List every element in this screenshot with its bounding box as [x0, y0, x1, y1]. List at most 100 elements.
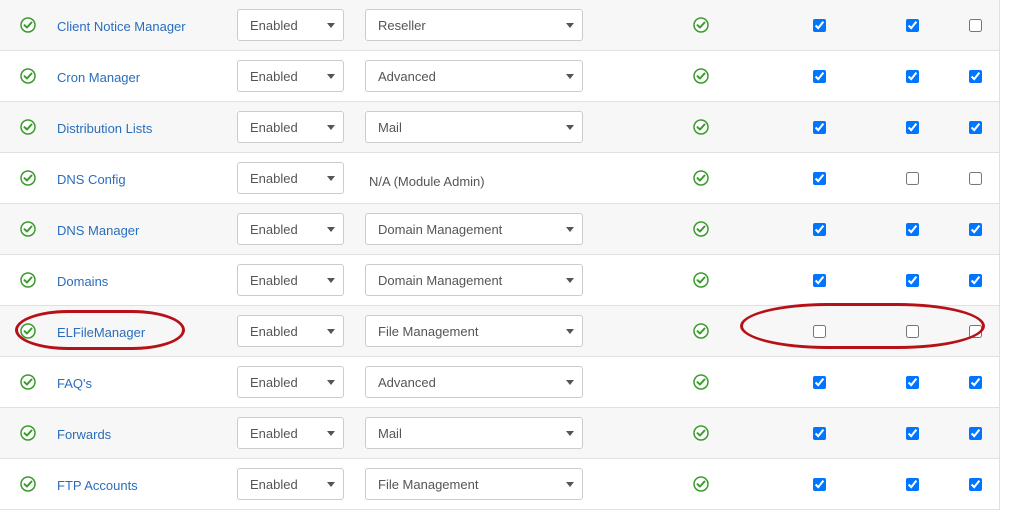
chevron-down-icon: [566, 329, 574, 334]
chevron-down-icon: [566, 380, 574, 385]
module-link[interactable]: Forwards: [57, 427, 111, 442]
permission-checkbox-2[interactable]: [906, 478, 919, 491]
permission-checkbox-1[interactable]: [813, 223, 826, 236]
category-select-value: Domain Management: [378, 273, 502, 288]
category-select-value: Domain Management: [378, 222, 502, 237]
status-select-value: Enabled: [250, 69, 298, 84]
ok-icon: [20, 119, 36, 135]
category-select[interactable]: Reseller: [365, 9, 583, 41]
chevron-down-icon: [566, 23, 574, 28]
module-link[interactable]: ELFileManager: [57, 325, 145, 340]
table-row: Distribution Lists Enabled Mail: [0, 102, 999, 153]
module-link[interactable]: Distribution Lists: [57, 121, 152, 136]
category-select-value: File Management: [378, 324, 478, 339]
permission-checkbox-3[interactable]: [969, 70, 982, 83]
status-select[interactable]: Enabled: [237, 60, 344, 92]
permission-checkbox-2[interactable]: [906, 172, 919, 185]
table-row: FTP Accounts Enabled File Management: [0, 459, 999, 510]
status-select-value: Enabled: [250, 18, 298, 33]
permission-checkbox-3[interactable]: [969, 427, 982, 440]
permission-checkbox-3[interactable]: [969, 478, 982, 491]
chevron-down-icon: [566, 125, 574, 130]
table-row: ELFileManager Enabled File Management: [0, 306, 999, 357]
permission-checkbox-2[interactable]: [906, 427, 919, 440]
chevron-down-icon: [327, 482, 335, 487]
category-select[interactable]: Advanced: [365, 60, 583, 92]
status-select[interactable]: Enabled: [237, 468, 344, 500]
permission-checkbox-1[interactable]: [813, 172, 826, 185]
category-select[interactable]: File Management: [365, 315, 583, 347]
permission-checkbox-3[interactable]: [969, 274, 982, 287]
status-select[interactable]: Enabled: [237, 9, 344, 41]
ok-icon: [20, 221, 36, 237]
category-select-value: Mail: [378, 426, 402, 441]
permission-checkbox-3[interactable]: [969, 376, 982, 389]
status-select-value: Enabled: [250, 222, 298, 237]
category-select[interactable]: File Management: [365, 468, 583, 500]
ok-icon: [20, 17, 36, 33]
module-link[interactable]: FTP Accounts: [57, 478, 138, 493]
status-select[interactable]: Enabled: [237, 366, 344, 398]
permission-checkbox-1[interactable]: [813, 121, 826, 134]
permission-checkbox-2[interactable]: [906, 70, 919, 83]
permission-checkbox-2[interactable]: [906, 223, 919, 236]
category-select[interactable]: Domain Management: [365, 264, 583, 296]
module-link[interactable]: Client Notice Manager: [57, 19, 186, 34]
status-select[interactable]: Enabled: [237, 417, 344, 449]
status-select[interactable]: Enabled: [237, 111, 344, 143]
permission-checkbox-1[interactable]: [813, 19, 826, 32]
permission-checkbox-3[interactable]: [969, 223, 982, 236]
chevron-down-icon: [327, 23, 335, 28]
module-link[interactable]: FAQ's: [57, 376, 92, 391]
permission-checkbox-2[interactable]: [906, 325, 919, 338]
permission-checkbox-3[interactable]: [969, 121, 982, 134]
module-link[interactable]: Cron Manager: [57, 70, 140, 85]
permission-checkbox-3[interactable]: [969, 325, 982, 338]
status-select[interactable]: Enabled: [237, 213, 344, 245]
chevron-down-icon: [566, 227, 574, 232]
chevron-down-icon: [327, 176, 335, 181]
ok-icon: [693, 374, 709, 390]
category-select[interactable]: Advanced: [365, 366, 583, 398]
category-select-value: File Management: [378, 477, 478, 492]
status-select-value: Enabled: [250, 120, 298, 135]
module-link[interactable]: DNS Config: [57, 172, 126, 187]
permission-checkbox-2[interactable]: [906, 19, 919, 32]
permission-checkbox-1[interactable]: [813, 274, 826, 287]
ok-icon: [20, 425, 36, 441]
permission-checkbox-1[interactable]: [813, 325, 826, 338]
ok-icon: [693, 272, 709, 288]
chevron-down-icon: [327, 329, 335, 334]
chevron-down-icon: [327, 125, 335, 130]
permission-checkbox-1[interactable]: [813, 70, 826, 83]
status-select[interactable]: Enabled: [237, 162, 344, 194]
table-row: Domains Enabled Domain Management: [0, 255, 999, 306]
permission-checkbox-2[interactable]: [906, 121, 919, 134]
chevron-down-icon: [327, 74, 335, 79]
permission-checkbox-1[interactable]: [813, 376, 826, 389]
ok-icon: [693, 68, 709, 84]
permission-checkbox-2[interactable]: [906, 376, 919, 389]
module-link[interactable]: DNS Manager: [57, 223, 139, 238]
status-select[interactable]: Enabled: [237, 315, 344, 347]
status-select[interactable]: Enabled: [237, 264, 344, 296]
chevron-down-icon: [566, 431, 574, 436]
ok-icon: [20, 476, 36, 492]
module-link[interactable]: Domains: [57, 274, 108, 289]
permission-checkbox-3[interactable]: [969, 19, 982, 32]
category-select[interactable]: Mail: [365, 417, 583, 449]
permission-checkbox-2[interactable]: [906, 274, 919, 287]
category-select-value: Advanced: [378, 375, 436, 390]
category-select[interactable]: Mail: [365, 111, 583, 143]
ok-icon: [20, 68, 36, 84]
category-select-value: Advanced: [378, 69, 436, 84]
permission-checkbox-1[interactable]: [813, 478, 826, 491]
ok-icon: [20, 272, 36, 288]
ok-icon: [693, 476, 709, 492]
table-row: FAQ's Enabled Advanced: [0, 357, 999, 408]
category-select[interactable]: Domain Management: [365, 213, 583, 245]
chevron-down-icon: [566, 482, 574, 487]
permission-checkbox-1[interactable]: [813, 427, 826, 440]
permission-checkbox-3[interactable]: [969, 172, 982, 185]
status-select-value: Enabled: [250, 477, 298, 492]
